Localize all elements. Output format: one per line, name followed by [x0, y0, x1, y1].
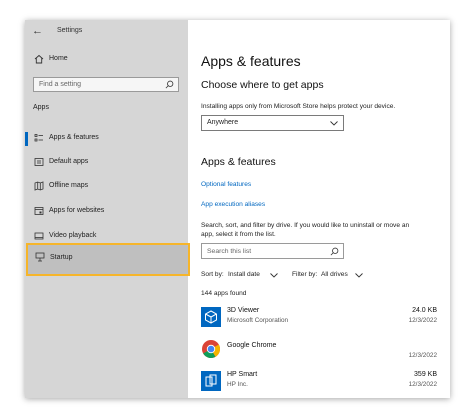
filter-label: Filter by: [292, 271, 318, 278]
sidebar-item-home-label: Home [49, 55, 68, 62]
startup-icon [35, 252, 45, 262]
filter-value: All drives [321, 271, 348, 278]
sidebar-item-label: Default apps [49, 158, 89, 165]
sidebar-item-home[interactable]: Home [25, 49, 188, 71]
app-name: 3D Viewer [227, 307, 260, 314]
chrome-icon [202, 340, 221, 359]
search-list-input[interactable]: Search this list [201, 243, 344, 259]
window-title: Settings [57, 27, 83, 34]
title-bar: ← Settings [25, 20, 188, 42]
apps-features-heading: Apps & features [201, 156, 276, 168]
find-setting-input[interactable]: Find a setting [33, 77, 179, 92]
sidebar-item-offline-maps[interactable]: Offline maps [25, 176, 188, 198]
search-icon [165, 80, 174, 89]
apps-list-icon [34, 134, 43, 142]
sidebar-item-label: Startup [50, 254, 73, 261]
hp-smart-icon [201, 371, 221, 391]
app-publisher: HP Inc. [227, 381, 248, 388]
choose-source-heading: Choose where to get apps [201, 79, 324, 91]
apps-count: 144 apps found [201, 290, 247, 297]
chevron-down-icon [330, 121, 338, 126]
sidebar: ← Settings Home Find a setting Apps Apps… [25, 20, 188, 398]
website-apps-icon [34, 207, 44, 215]
sidebar-item-default-apps[interactable]: Default apps [25, 152, 188, 174]
app-list-item[interactable]: HP Smart HP Inc. 359 KB 12/3/2022 [201, 369, 437, 397]
search-icon [330, 247, 339, 256]
app-size: 24.0 KB [412, 307, 437, 314]
sidebar-item-startup[interactable]: Startup [26, 243, 190, 276]
default-apps-icon [34, 158, 44, 166]
app-source-value: Anywhere [207, 119, 239, 126]
3d-viewer-icon [201, 307, 221, 327]
app-name: Google Chrome [227, 342, 277, 349]
app-date: 12/3/2022 [408, 381, 437, 388]
sidebar-item-label: Apps & features [49, 134, 99, 141]
search-description-line1: Search, sort, and filter by drive. If yo… [201, 222, 410, 229]
app-source-dropdown[interactable]: Anywhere [201, 115, 344, 131]
app-date: 12/3/2022 [408, 352, 437, 359]
app-publisher: Microsoft Corporation [227, 317, 289, 324]
optional-features-link[interactable]: Optional features [201, 181, 251, 188]
back-arrow-icon[interactable]: ← [32, 25, 43, 37]
sidebar-item-apps-features[interactable]: Apps & features [25, 128, 188, 150]
map-icon [34, 181, 44, 191]
home-icon [34, 54, 44, 64]
app-date: 12/3/2022 [408, 317, 437, 324]
sidebar-item-label: Apps for websites [49, 207, 105, 214]
app-name: HP Smart [227, 371, 258, 378]
video-icon [34, 232, 44, 240]
sidebar-item-label: Video playback [49, 232, 97, 239]
chevron-down-icon [270, 273, 278, 278]
section-label-apps: Apps [33, 104, 49, 111]
search-list-placeholder: Search this list [207, 248, 252, 255]
filter-dropdown[interactable]: Filter by: All drives [292, 271, 372, 281]
main-content: Apps & features Choose where to get apps… [188, 20, 450, 398]
chevron-down-icon [355, 273, 363, 278]
settings-window: ← Settings Home Find a setting Apps Apps… [25, 20, 450, 398]
search-description-line2: app, select it from the list. [201, 231, 276, 238]
find-setting-placeholder: Find a setting [39, 81, 82, 88]
sidebar-item-apps-websites[interactable]: Apps for websites [25, 201, 188, 223]
sort-label: Sort by: [201, 271, 224, 278]
app-list-item[interactable]: 3D Viewer Microsoft Corporation 24.0 KB … [201, 305, 437, 333]
sort-dropdown[interactable]: Sort by: Install date [201, 271, 281, 281]
sort-value: Install date [228, 271, 260, 278]
page-title: Apps & features [201, 53, 301, 69]
app-size: 359 KB [414, 371, 437, 378]
app-execution-aliases-link[interactable]: App execution aliases [201, 201, 265, 208]
sidebar-item-label: Offline maps [49, 182, 89, 189]
choose-source-description: Installing apps only from Microsoft Stor… [201, 103, 396, 110]
app-list-item[interactable]: Google Chrome 12/3/2022 [201, 337, 437, 365]
